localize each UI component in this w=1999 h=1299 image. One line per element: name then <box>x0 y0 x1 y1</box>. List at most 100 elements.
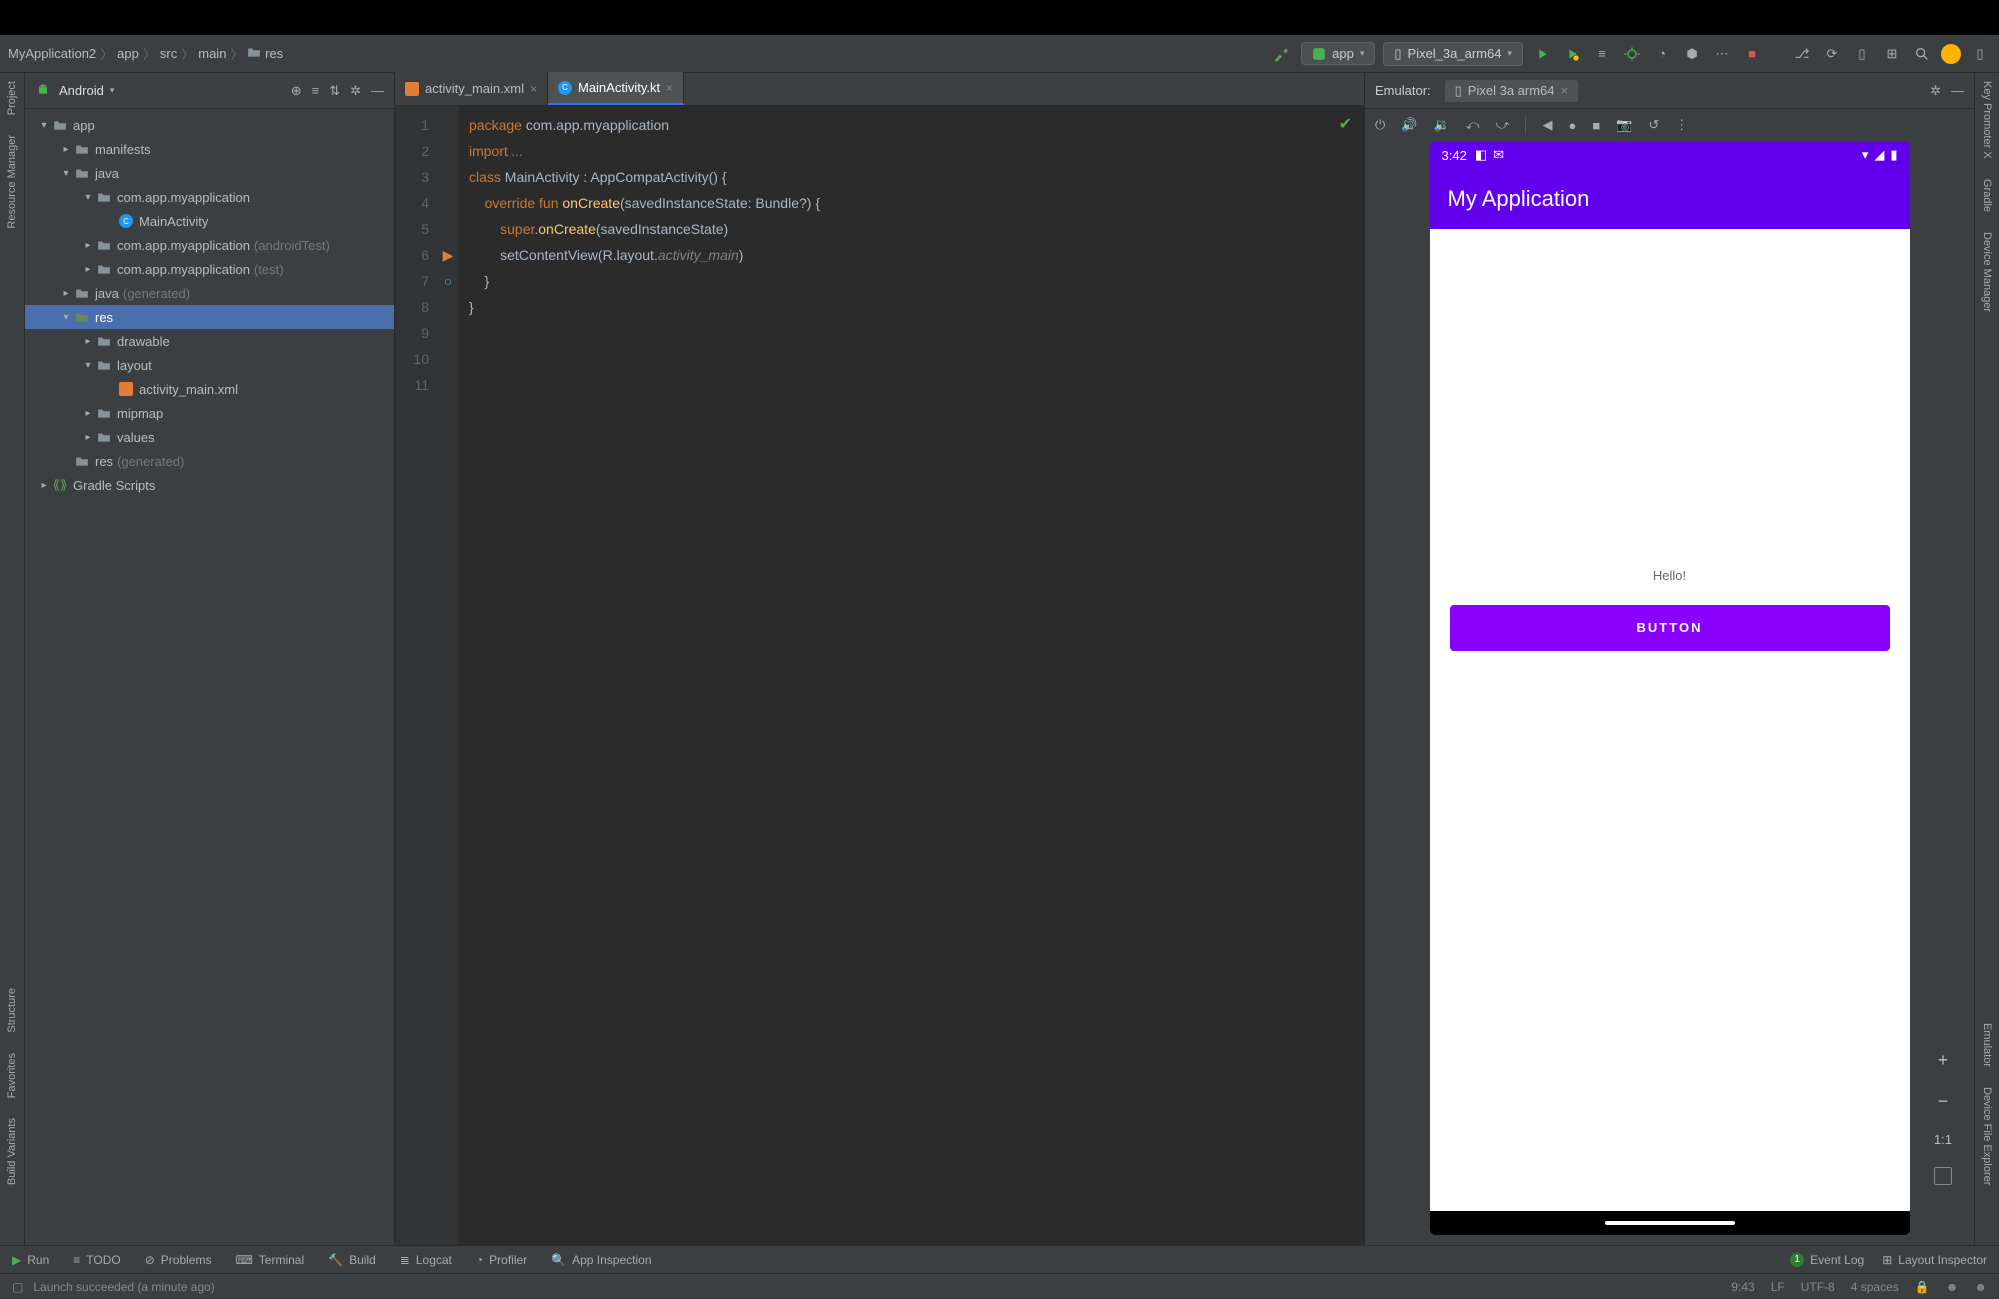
indent[interactable]: 4 spaces <box>1851 1280 1899 1294</box>
more-run-icon[interactable]: ⋯ <box>1711 43 1733 65</box>
tree-node[interactable]: ▾java <box>25 161 394 185</box>
phone-navbar[interactable] <box>1430 1211 1910 1235</box>
hide-icon[interactable]: — <box>371 83 384 99</box>
collapse-icon[interactable]: ⇅ <box>329 83 340 99</box>
rotate-right-icon[interactable]: ⤻ <box>1496 117 1510 133</box>
lock-icon[interactable]: 🔒 <box>1915 1280 1930 1294</box>
tree-node[interactable]: ▾res <box>25 305 394 329</box>
code-area[interactable]: package com.app.myapplicationimport ...c… <box>459 106 1364 1245</box>
tree-node[interactable]: ▾app <box>25 113 394 137</box>
editor-tab[interactable]: CMainActivity.kt× <box>548 72 684 105</box>
coverage-icon[interactable]: ≡ <box>1591 43 1613 65</box>
rotate-left-icon[interactable]: ⤺ <box>1466 117 1480 133</box>
snapshot-icon[interactable]: ↺ <box>1648 117 1659 133</box>
tree-node[interactable]: ▾com.app.myapplication <box>25 185 394 209</box>
device-select[interactable]: ▯Pixel_3a_arm64▾ <box>1383 42 1523 66</box>
sdk-icon[interactable]: ⊞ <box>1881 43 1903 65</box>
run-tool[interactable]: ▶Run <box>12 1253 49 1267</box>
encoding[interactable]: UTF-8 <box>1801 1280 1835 1294</box>
tree-node[interactable]: ▸values <box>25 425 394 449</box>
git-icon[interactable]: ⎇ <box>1791 43 1813 65</box>
sync-icon[interactable]: ⟳ <box>1821 43 1843 65</box>
tree-node[interactable]: ▾layout <box>25 353 394 377</box>
emulator-device-tab[interactable]: ▯Pixel 3a arm64× <box>1445 80 1578 102</box>
device-manager-tab[interactable]: Device Manager <box>1981 232 1993 312</box>
breadcrumb-item[interactable]: main <box>198 46 226 61</box>
back-icon[interactable]: ◀ <box>1542 117 1552 133</box>
resource-manager-tab[interactable]: Resource Manager <box>6 135 18 229</box>
problems-tool[interactable]: ⊘ Problems <box>145 1253 212 1267</box>
debug-icon[interactable] <box>1621 43 1643 65</box>
line-sep[interactable]: LF <box>1771 1280 1785 1294</box>
gradle-tab[interactable]: Gradle <box>1981 179 1993 212</box>
search-icon[interactable] <box>1911 43 1933 65</box>
breadcrumb[interactable]: MyApplication2〉app〉src〉main〉 res <box>8 44 283 63</box>
zoom-in-icon[interactable]: + <box>1938 1050 1949 1071</box>
tree-node[interactable]: ▸⟪⟫Gradle Scripts <box>25 473 394 497</box>
emulator-tab[interactable]: Emulator <box>1981 1023 1993 1067</box>
attach-debugger-icon[interactable]: ⬢ <box>1681 43 1703 65</box>
account-icon[interactable]: ▯ <box>1969 43 1991 65</box>
breadcrumb-item[interactable]: app <box>117 46 139 61</box>
tree-node[interactable]: ▸com.app.myapplication(test) <box>25 257 394 281</box>
build-hammer-icon[interactable] <box>1271 43 1293 65</box>
profiler-tool[interactable]: ◔ Profiler <box>476 1253 527 1267</box>
avatar[interactable] <box>1941 44 1961 64</box>
project-tree[interactable]: ▾app▸manifests▾java▾com.app.myapplicatio… <box>25 109 394 1245</box>
structure-tab[interactable]: Structure <box>6 988 18 1033</box>
overview-icon[interactable]: ■ <box>1592 118 1600 133</box>
editor-tab[interactable]: activity_main.xml× <box>395 72 548 105</box>
run-config-select[interactable]: app▾ <box>1301 42 1375 65</box>
terminal-tool[interactable]: ⌨ Terminal <box>235 1253 304 1267</box>
zoom-fit-icon[interactable] <box>1934 1167 1952 1185</box>
face1-icon[interactable]: ☻ <box>1946 1280 1959 1294</box>
run-icon[interactable] <box>1531 43 1553 65</box>
emulator-hide-icon[interactable]: — <box>1951 83 1964 99</box>
app-inspection-tool[interactable]: 🔍 App Inspection <box>551 1253 651 1267</box>
emulator-settings-icon[interactable]: ✲ <box>1930 83 1941 99</box>
build-tool[interactable]: 🔨 Build <box>328 1253 376 1267</box>
locate-icon[interactable]: ⊕ <box>291 83 302 99</box>
face2-icon[interactable]: ☻ <box>1974 1280 1987 1294</box>
more-icon[interactable]: ⋮ <box>1675 117 1688 133</box>
home-icon[interactable]: ● <box>1568 118 1576 133</box>
settings-icon[interactable]: ✲ <box>350 83 361 99</box>
status-icon[interactable]: ▢ <box>12 1280 23 1294</box>
tree-node[interactable]: res(generated) <box>25 449 394 473</box>
avd-icon[interactable]: ▯ <box>1851 43 1873 65</box>
inspections-ok-icon[interactable]: ✔ <box>1339 114 1352 134</box>
tree-node[interactable]: ▸drawable <box>25 329 394 353</box>
keypromoter-tab[interactable]: Key Promoter X <box>1981 81 1993 159</box>
volume-down-icon[interactable]: 🔉 <box>1433 117 1449 133</box>
volume-up-icon[interactable]: 🔊 <box>1401 117 1417 133</box>
expand-icon[interactable]: ≡ <box>312 83 320 99</box>
tree-node[interactable]: ▸mipmap <box>25 401 394 425</box>
tree-node[interactable]: CMainActivity <box>25 209 394 233</box>
event-log[interactable]: 1Event Log <box>1790 1253 1864 1267</box>
project-tab[interactable]: Project <box>6 81 18 115</box>
emulator-screen[interactable]: 3:42 ◧ ✉ ▾ ◢ ▮ My Application Hello! BUT… <box>1430 141 1910 1235</box>
zoom-out-icon[interactable]: − <box>1938 1091 1949 1112</box>
zoom-actual[interactable]: 1:1 <box>1934 1132 1952 1147</box>
gutter-marks[interactable]: ▶○ <box>437 106 459 1245</box>
favorites-tab[interactable]: Favorites <box>6 1053 18 1098</box>
editor-body[interactable]: 1234567891011 ▶○ package com.app.myappli… <box>395 106 1364 1245</box>
screenshot-icon[interactable]: 📷 <box>1616 117 1632 133</box>
todo-tool[interactable]: ≡ TODO <box>73 1253 120 1267</box>
power-icon[interactable]: ⏻ <box>1375 117 1385 133</box>
breadcrumb-item[interactable]: MyApplication2 <box>8 46 96 61</box>
app-button[interactable]: BUTTON <box>1450 605 1890 651</box>
logcat-tool[interactable]: ≣ Logcat <box>400 1253 452 1267</box>
device-file-explorer-tab[interactable]: Device File Explorer <box>1981 1087 1993 1185</box>
profile-icon[interactable]: ◔ <box>1651 43 1673 65</box>
apply-changes-icon[interactable] <box>1561 43 1583 65</box>
tree-node[interactable]: ▸java(generated) <box>25 281 394 305</box>
breadcrumb-item[interactable]: res <box>247 46 283 61</box>
layout-inspector[interactable]: ⊞ Layout Inspector <box>1882 1253 1987 1267</box>
caret-pos[interactable]: 9:43 <box>1731 1280 1754 1294</box>
build-variants-tab[interactable]: Build Variants <box>6 1118 18 1185</box>
project-view-select[interactable]: Android <box>59 83 104 98</box>
breadcrumb-item[interactable]: src <box>160 46 177 61</box>
tree-node[interactable]: ▸manifests <box>25 137 394 161</box>
tree-node[interactable]: ▸com.app.myapplication(androidTest) <box>25 233 394 257</box>
